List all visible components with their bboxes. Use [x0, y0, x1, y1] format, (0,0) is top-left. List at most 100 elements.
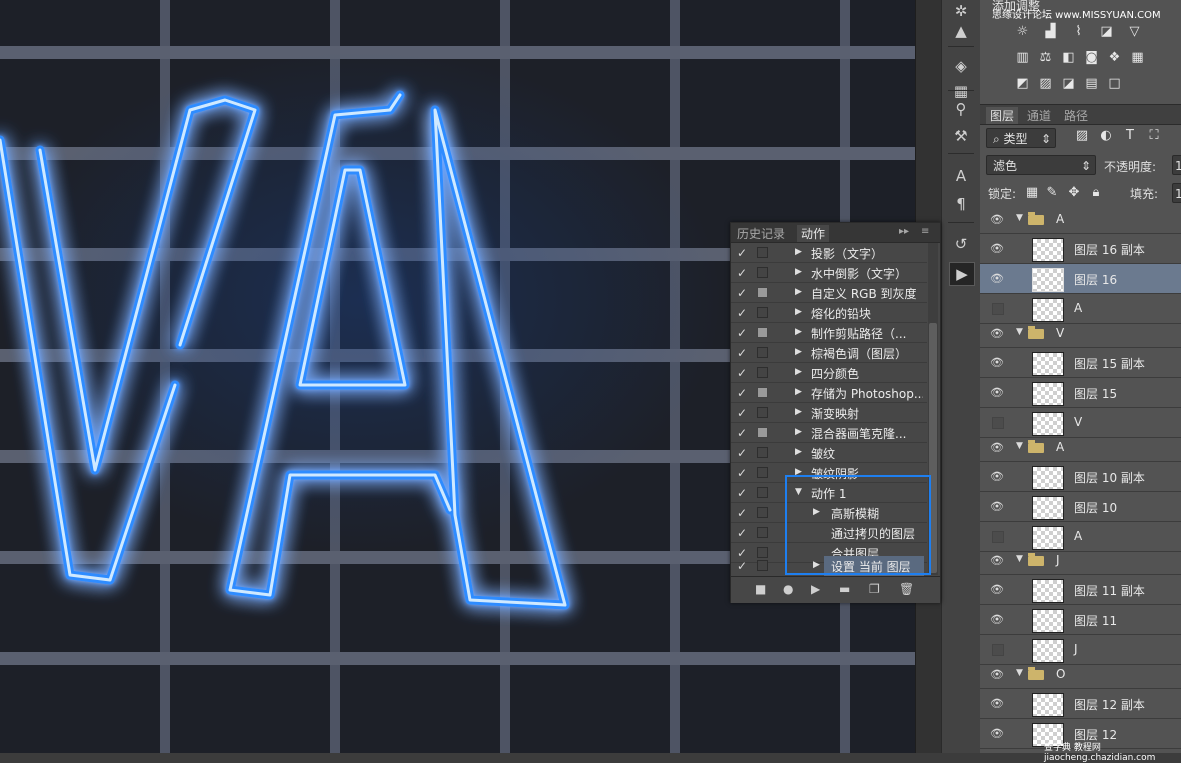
eye-icon[interactable]: 👁︎	[990, 357, 1004, 369]
dialog-toggle[interactable]	[757, 347, 768, 358]
chevron-down-icon[interactable]: ▼	[1016, 554, 1023, 564]
chevron-right-icon[interactable]: ▶	[795, 447, 802, 457]
check-icon[interactable]: ✓	[737, 506, 747, 520]
layer-row[interactable]: 👁︎ 图层 10	[980, 492, 1181, 522]
layer-group-row[interactable]: 👁︎ ▼ A	[980, 435, 1181, 462]
check-icon[interactable]: ✓	[737, 526, 747, 540]
eye-icon[interactable]: 👁︎	[990, 614, 1004, 626]
chevron-down-icon[interactable]: ▼	[1016, 327, 1023, 337]
check-icon[interactable]: ✓	[737, 386, 747, 400]
photo-filter-icon[interactable]: ◙	[1083, 50, 1100, 65]
hidden-eye-box[interactable]	[992, 303, 1004, 315]
check-icon[interactable]: ✓	[737, 466, 747, 480]
chevron-right-icon[interactable]: ▶	[795, 427, 802, 437]
dialog-toggle[interactable]	[757, 287, 768, 298]
layer-row[interactable]: V	[980, 408, 1181, 438]
check-icon[interactable]: ✓	[737, 406, 747, 420]
layer-row-selected[interactable]: 👁︎ 图层 16	[980, 264, 1181, 294]
curves-icon[interactable]: ⌇	[1070, 24, 1087, 39]
eye-icon[interactable]: 👁︎	[990, 442, 1004, 454]
adjust-circle-icon[interactable]: ◐	[1098, 128, 1114, 144]
layer-group-row[interactable]: 👁︎ ▼ J	[980, 548, 1181, 575]
dialog-toggle[interactable]	[757, 560, 768, 571]
check-icon[interactable]: ✓	[737, 326, 747, 340]
eye-icon[interactable]: 👁︎	[990, 698, 1004, 710]
grid-icon[interactable]: ▦	[1129, 50, 1146, 65]
eye-icon[interactable]: 👁︎	[990, 471, 1004, 483]
layer-row[interactable]: A	[980, 294, 1181, 324]
dialog-toggle[interactable]	[757, 527, 768, 538]
dialog-toggle[interactable]	[757, 247, 768, 258]
eye-icon[interactable]: 👁︎	[990, 501, 1004, 513]
lock-move-icon[interactable]: ✥	[1066, 185, 1082, 201]
tab-history[interactable]: 历史记录	[737, 225, 785, 242]
layer-row[interactable]: 👁︎ 图层 11	[980, 605, 1181, 635]
3d-icon[interactable]: ◈	[949, 55, 973, 77]
action-row[interactable]: ✓ ▶ 渐变映射	[731, 403, 927, 423]
eye-icon[interactable]: 👁︎	[990, 328, 1004, 340]
dialog-toggle[interactable]	[757, 307, 768, 318]
action-row[interactable]: ✓ ▶ 混合器画笔克隆...	[731, 423, 927, 443]
eye-icon[interactable]: 👁︎	[990, 584, 1004, 596]
transform-icon[interactable]: ⛶	[1146, 128, 1162, 144]
tab-layers[interactable]: 图层	[986, 107, 1019, 124]
gradient-map-icon[interactable]: ▤	[1083, 76, 1100, 91]
balance-icon[interactable]: ⚖	[1037, 50, 1054, 65]
hidden-eye-box[interactable]	[992, 417, 1004, 429]
check-icon[interactable]: ✓	[737, 446, 747, 460]
action-row[interactable]: ✓ ▶ 自定义 RGB 到灰度	[731, 283, 927, 303]
panel-menu-icon[interactable]: ≡	[921, 226, 929, 237]
play-icon[interactable]: ▶	[811, 582, 820, 596]
exposure-icon[interactable]: ◪	[1098, 24, 1115, 39]
blend-mode-select[interactable]: 滤色 ⇕	[986, 155, 1096, 175]
stop-icon[interactable]: ■	[755, 582, 766, 596]
action-row[interactable]: ✓ ▶ 棕褐色调（图层）	[731, 343, 927, 363]
eye-icon[interactable]: 👁︎	[990, 214, 1004, 226]
layer-row[interactable]: 👁︎ 图层 10 副本	[980, 462, 1181, 492]
dialog-toggle[interactable]	[757, 267, 768, 278]
dialog-toggle[interactable]	[757, 327, 768, 338]
triangle-icon[interactable]: ▽	[1126, 24, 1143, 39]
layer-filter-select[interactable]: ⌕ 类型 ⇕	[986, 128, 1056, 148]
chevron-right-icon[interactable]: ▶	[795, 407, 802, 417]
layer-row[interactable]: 👁︎ 图层 12 副本	[980, 689, 1181, 719]
tab-actions[interactable]: 动作	[797, 225, 830, 242]
check-icon[interactable]: ✓	[737, 486, 747, 500]
check-icon[interactable]: ✓	[737, 346, 747, 360]
lock-icon[interactable]: 🔒︎	[1088, 185, 1104, 201]
dialog-toggle[interactable]	[757, 467, 768, 478]
layer-group-row[interactable]: 👁︎ ▼ V	[980, 321, 1181, 348]
histogram-icon[interactable]: ▲	[949, 20, 973, 42]
bw-icon[interactable]: ◧	[1060, 50, 1077, 65]
eye-icon[interactable]: 👁︎	[990, 243, 1004, 255]
image-icon[interactable]: ▨	[1074, 128, 1090, 144]
posterize-icon[interactable]: ▨	[1037, 76, 1054, 91]
chevron-down-icon[interactable]: ▼	[1016, 668, 1023, 678]
action-row[interactable]: ✓ ▶ 存储为 Photoshop...	[731, 383, 927, 403]
brush-presets-icon[interactable]: ⚲	[949, 98, 973, 120]
sun-icon[interactable]: ☼	[1014, 24, 1031, 39]
chevron-right-icon[interactable]: ▶	[795, 327, 802, 337]
paragraph-icon[interactable]: ¶	[949, 193, 973, 215]
chevron-right-icon[interactable]: ▶	[795, 387, 802, 397]
lock-transparent-icon[interactable]: ▦	[1024, 185, 1040, 201]
check-icon[interactable]: ✓	[737, 246, 747, 260]
invert-icon[interactable]: ◩	[1014, 76, 1031, 91]
eye-icon[interactable]: 👁︎	[990, 555, 1004, 567]
action-row[interactable]: ✓ ▶ 投影（文字）	[731, 243, 927, 263]
threshold-icon[interactable]: ◪	[1060, 76, 1077, 91]
character-icon[interactable]: A	[949, 165, 973, 187]
action-row[interactable]: ✓ ▶ 皱纹	[731, 443, 927, 463]
lock-brush-icon[interactable]: ✎	[1044, 185, 1060, 201]
trash-icon[interactable]: 🗑︎	[899, 582, 914, 596]
tab-paths[interactable]: 路径	[1064, 107, 1088, 124]
levels-icon[interactable]: ▟	[1042, 24, 1059, 39]
eye-icon[interactable]: 👁︎	[990, 669, 1004, 681]
chevron-right-icon[interactable]: ▶	[795, 267, 802, 277]
dialog-toggle[interactable]	[757, 387, 768, 398]
tool-presets-icon[interactable]: ⚒	[949, 125, 973, 147]
check-icon[interactable]: ✓	[737, 559, 747, 573]
new-set-folder-icon[interactable]: ▬	[839, 582, 850, 596]
collapse-icon[interactable]: ▸▸	[899, 226, 909, 237]
new-action-icon[interactable]: ❐	[869, 582, 880, 596]
